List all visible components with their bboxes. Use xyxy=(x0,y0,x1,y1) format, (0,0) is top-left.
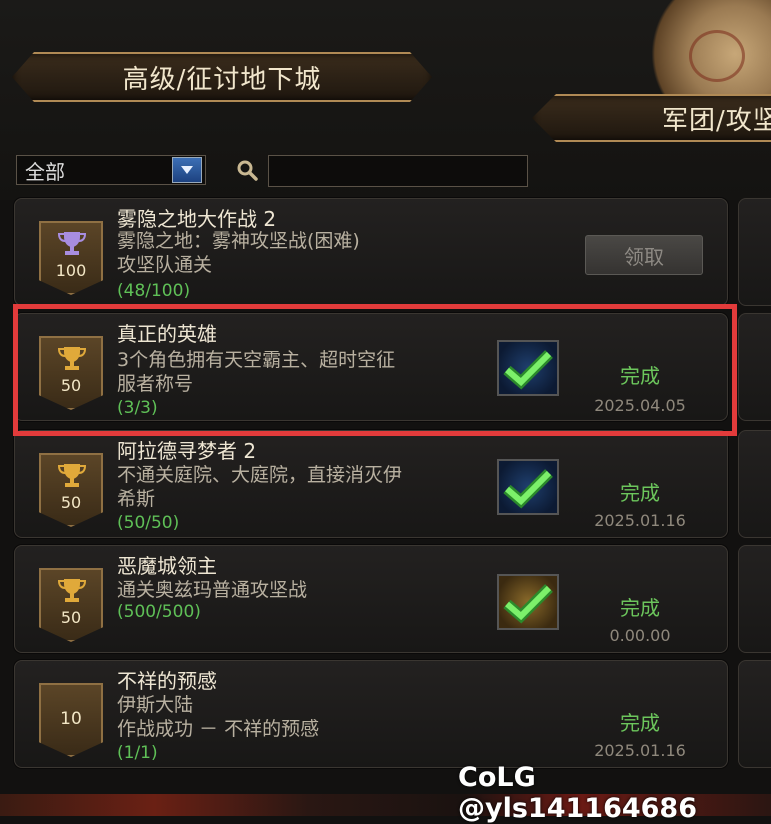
status-complete: 完成 xyxy=(620,711,660,735)
points-badge: 50 xyxy=(39,568,103,642)
achievement-description: 不通关庭院、大庭院，直接消灭伊 希斯 xyxy=(117,464,403,510)
search-icon[interactable] xyxy=(235,158,259,182)
tab-label: 高级/征讨地下城 xyxy=(122,64,322,95)
trophy-icon xyxy=(57,464,87,487)
points-value: 50 xyxy=(60,493,82,512)
completion-date: 2025.01.16 xyxy=(594,741,686,760)
achievement-title: 恶魔城领主 xyxy=(117,554,217,578)
achievement-progress: (48/100) xyxy=(117,281,191,301)
achievement-title: 阿拉德寻梦者 2 xyxy=(117,439,257,463)
status-complete: 完成 xyxy=(620,481,660,505)
points-value: 10 xyxy=(60,709,82,729)
category-select[interactable]: 全部 xyxy=(16,155,206,185)
search-input[interactable] xyxy=(268,155,528,187)
points-badge: 100 xyxy=(39,221,103,295)
side-card xyxy=(738,430,771,538)
achievement-card: 10 不祥的预感 伊斯大陆 作战成功 － 不祥的预感 (1/1) 完成 2025… xyxy=(14,660,728,768)
status-complete: 完成 xyxy=(620,596,660,620)
checkmark-icon xyxy=(503,584,553,624)
selection-highlight xyxy=(13,304,737,436)
achievement-title: 雾隐之地大作战 2 xyxy=(117,207,277,231)
tab-legion-raid[interactable]: 军团/攻坚 xyxy=(532,94,771,142)
side-card xyxy=(738,198,771,306)
achievement-description: 通关奥兹玛普通攻坚战 xyxy=(117,579,308,601)
trophy-icon xyxy=(57,579,87,602)
chevron-down-icon[interactable] xyxy=(172,157,202,183)
points-badge: 10 xyxy=(39,683,103,757)
completion-date: 0.00.00 xyxy=(609,626,671,645)
achievement-progress: (50/50) xyxy=(117,513,180,533)
achievement-title: 不祥的预感 xyxy=(117,669,217,693)
checkmark-icon xyxy=(503,469,553,509)
points-badge: 50 xyxy=(39,453,103,527)
achievement-card: 50 阿拉德寻梦者 2 不通关庭院、大庭院，直接消灭伊 希斯 (50/50) 完… xyxy=(14,430,728,538)
side-card xyxy=(738,313,771,421)
completion-date: 2025.01.16 xyxy=(594,511,686,530)
reward-icon xyxy=(497,574,559,630)
achievement-card: 100 雾隐之地大作战 2 雾隐之地：雾神攻坚战(困难) 攻坚队通关 (48/1… xyxy=(14,198,728,306)
watermark: CoLG @yls141164686 xyxy=(458,762,698,824)
achievement-description: 伊斯大陆 作战成功 － 不祥的预感 xyxy=(117,694,320,740)
achievement-progress: (500/500) xyxy=(117,602,201,622)
trophy-icon xyxy=(57,232,87,255)
achievement-description: 雾隐之地：雾神攻坚战(困难) 攻坚队通关 xyxy=(117,230,360,276)
category-select-value: 全部 xyxy=(25,159,65,184)
side-card xyxy=(738,545,771,653)
side-card xyxy=(738,660,771,768)
tab-label: 军团/攻坚 xyxy=(662,105,771,136)
points-value: 50 xyxy=(60,608,82,627)
achievement-card: 50 恶魔城领主 通关奥兹玛普通攻坚战 (500/500) 完成 0.00.00 xyxy=(14,545,728,653)
reward-icon xyxy=(497,459,559,515)
achievement-progress: (1/1) xyxy=(117,743,158,763)
claim-button[interactable]: 领取 xyxy=(585,235,703,275)
tab-advanced-dungeon[interactable]: 高级/征讨地下城 xyxy=(12,52,432,102)
points-value: 100 xyxy=(55,261,87,280)
